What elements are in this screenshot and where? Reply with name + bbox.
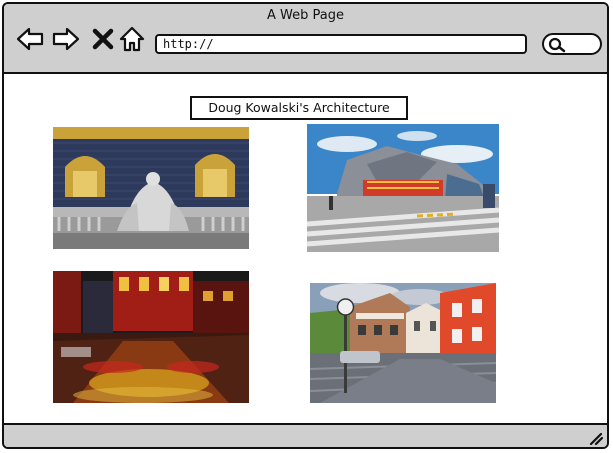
page-title: Doug Kowalski's Architecture: [190, 96, 408, 120]
back-arrow-icon[interactable]: [16, 26, 44, 52]
status-bar: [4, 423, 607, 447]
home-icon[interactable]: [119, 26, 145, 52]
photo-modern-building: [307, 124, 499, 252]
search-icon: [548, 37, 566, 53]
address-bar[interactable]: http://: [155, 34, 527, 54]
search-field[interactable]: [542, 33, 602, 55]
browser-window: A Web Page http:// Doug Kowalski's Archi…: [2, 2, 609, 449]
resize-grip-icon[interactable]: [587, 430, 604, 446]
photo-night-street: [53, 271, 249, 403]
forward-arrow-icon[interactable]: [52, 26, 80, 52]
close-x-icon[interactable]: [92, 26, 114, 52]
photo-alpine-square: [310, 283, 496, 403]
window-title: A Web Page: [267, 8, 344, 23]
photo-baroque-facade: [53, 127, 249, 249]
page-content: Doug Kowalski's Architecture: [4, 74, 607, 427]
title-bar: A Web Page http://: [4, 4, 607, 74]
